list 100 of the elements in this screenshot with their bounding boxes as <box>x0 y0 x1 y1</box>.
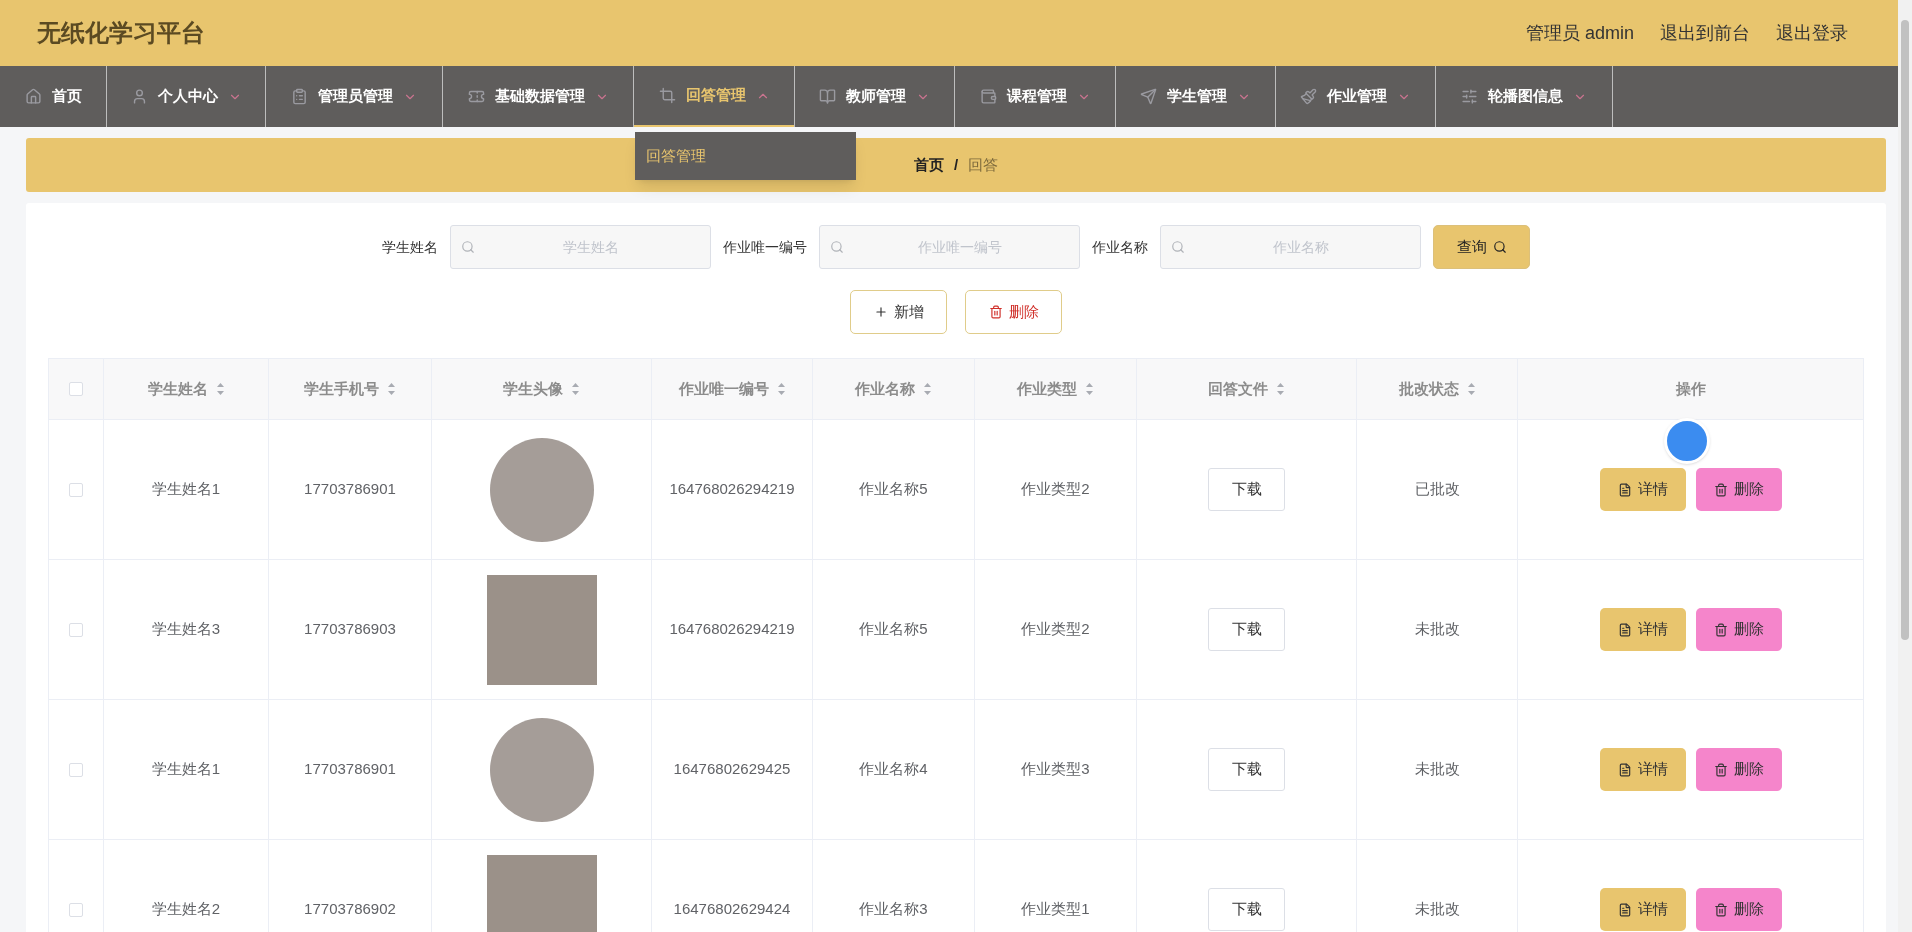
review-status: 未批改 <box>1414 899 1460 920</box>
sort-icon[interactable] <box>1466 382 1476 396</box>
header-link[interactable]: 退出到前台 <box>1660 19 1750 47</box>
student-name: 学生姓名1 <box>151 759 221 780</box>
homework-type: 作业类型2 <box>1021 619 1090 640</box>
delete-button[interactable]: 删除 <box>1695 748 1782 791</box>
student-name: 学生姓名3 <box>151 619 221 640</box>
phone-number: 17703786903 <box>304 619 396 640</box>
breadcrumb-current: 回答 <box>968 154 999 175</box>
breadcrumb-link[interactable]: 首页 <box>913 153 944 177</box>
search-icon <box>830 240 844 254</box>
wallet-icon <box>979 88 997 105</box>
column-header: 作业类型 <box>1017 378 1077 399</box>
query-button[interactable]: 查询 <box>1433 225 1530 269</box>
menu-item[interactable]: 回答管理 <box>635 135 856 177</box>
homework-name: 作业名称4 <box>859 759 928 780</box>
header-link[interactable]: 管理员 admin <box>1525 19 1634 47</box>
column-header: 回答文件 <box>1208 378 1268 399</box>
column-header: 学生姓名 <box>147 378 208 399</box>
homework-type: 作业类型2 <box>1021 479 1090 500</box>
paper-plane-icon <box>1140 88 1157 105</box>
nav-tab[interactable]: 轮播图信息 <box>1436 66 1612 127</box>
sliders-icon <box>1461 88 1478 105</box>
download-button[interactable]: 下载 <box>1208 468 1285 511</box>
trash-icon <box>1713 762 1728 777</box>
detail-button[interactable]: 详情 <box>1599 748 1686 791</box>
checkbox[interactable] <box>69 902 83 917</box>
clipboard-icon <box>291 88 308 105</box>
detail-button[interactable]: 详情 <box>1599 888 1686 931</box>
field-label: 作业唯一编号 <box>723 237 807 257</box>
nav-tab[interactable]: 课程管理 <box>955 66 1115 127</box>
delete-button[interactable]: 删除 <box>1695 608 1782 651</box>
nav-tab[interactable]: 管理员管理 <box>266 66 442 127</box>
homework-code: 164768026294219 <box>669 619 795 640</box>
paintbrush-icon <box>1300 88 1317 105</box>
review-status: 未批改 <box>1414 619 1460 640</box>
crop-icon <box>658 87 676 104</box>
student-name: 学生姓名1 <box>151 479 221 500</box>
review-status: 已批改 <box>1414 479 1460 500</box>
checkbox[interactable] <box>69 482 83 497</box>
detail-button[interactable]: 详情 <box>1599 468 1686 511</box>
plus-icon <box>873 305 888 319</box>
delete-button[interactable]: 删除 <box>1695 468 1782 511</box>
phone-number: 17703786902 <box>304 899 396 920</box>
trash-icon <box>1713 622 1728 637</box>
column-header: 操作 <box>1675 378 1706 399</box>
nav-tab[interactable]: 作业管理 <box>1276 66 1435 127</box>
column-header: 作业唯一编号 <box>678 378 769 399</box>
app-title: 无纸化学习平台 <box>37 18 205 48</box>
sort-icon[interactable] <box>776 382 786 396</box>
delete-button[interactable]: 删除 <box>1695 888 1782 931</box>
nav-tab[interactable]: 回答管理 <box>634 66 794 127</box>
student-name: 学生姓名2 <box>151 899 221 920</box>
phone-number: 17703786901 <box>304 479 396 500</box>
checkbox[interactable] <box>69 382 83 396</box>
nav-tab[interactable]: 个人中心 <box>107 66 265 127</box>
detail-button[interactable]: 详情 <box>1599 608 1686 651</box>
homework-code: 164768026294219 <box>669 479 795 500</box>
homework-code: 16476802629425 <box>673 759 791 780</box>
homework-name: 作业名称5 <box>859 479 928 500</box>
sort-icon[interactable] <box>571 382 580 396</box>
search-icon <box>1492 240 1507 254</box>
sort-icon[interactable] <box>387 382 396 396</box>
nav-tab[interactable]: 基础数据管理 <box>443 66 633 127</box>
document-icon <box>1617 902 1632 917</box>
home-icon <box>24 88 42 105</box>
add-button[interactable]: 新增 <box>850 290 947 334</box>
field-label: 作业名称 <box>1092 237 1148 257</box>
field-label: 学生姓名 <box>382 237 438 257</box>
trash-icon <box>988 305 1003 319</box>
nav-tab[interactable]: 教师管理 <box>795 66 954 127</box>
download-button[interactable]: 下载 <box>1208 608 1285 651</box>
column-header: 学生头像 <box>503 378 563 399</box>
sort-icon[interactable] <box>1085 382 1094 396</box>
trash-icon <box>1713 902 1728 917</box>
trash-icon <box>1713 482 1728 497</box>
nav-tab[interactable]: 首页 <box>0 66 106 127</box>
nav-tab[interactable]: 学生管理 <box>1116 66 1275 127</box>
header-link[interactable]: 退出登录 <box>1776 19 1848 47</box>
document-icon <box>1617 482 1632 497</box>
homework-code: 16476802629424 <box>673 899 791 920</box>
download-button[interactable]: 下载 <box>1208 888 1285 931</box>
document-icon <box>1617 622 1632 637</box>
document-icon <box>1617 762 1632 777</box>
download-button[interactable]: 下载 <box>1208 748 1285 791</box>
breadcrumb-separator: / <box>953 154 959 175</box>
ticket-icon <box>467 88 485 105</box>
column-header: 批改状态 <box>1398 378 1459 399</box>
sort-icon[interactable] <box>1276 382 1285 396</box>
sort-icon[interactable] <box>215 382 225 396</box>
checkbox[interactable] <box>69 622 83 637</box>
homework-type: 作业类型1 <box>1021 899 1090 920</box>
homework-type: 作业类型3 <box>1021 759 1090 780</box>
delete-button[interactable]: 删除 <box>965 290 1062 334</box>
homework-name: 作业名称3 <box>859 899 928 920</box>
sort-icon[interactable] <box>923 382 932 396</box>
review-status: 未批改 <box>1414 759 1460 780</box>
checkbox[interactable] <box>69 762 83 777</box>
search-icon <box>1171 240 1185 254</box>
phone-number: 17703786901 <box>304 759 396 780</box>
